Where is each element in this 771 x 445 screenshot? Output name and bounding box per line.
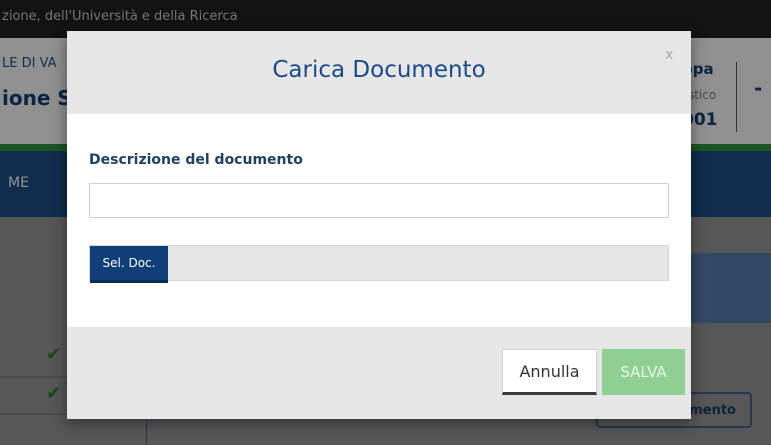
save-button[interactable]: SALVA — [602, 349, 685, 395]
modal-footer: Annulla SALVA — [67, 327, 691, 419]
modal-title: Carica Documento — [272, 57, 486, 83]
description-input[interactable] — [89, 183, 669, 218]
close-icon[interactable]: x — [665, 47, 673, 63]
cancel-button[interactable]: Annulla — [502, 349, 597, 395]
select-document-button[interactable]: Sel. Doc. — [90, 246, 168, 283]
upload-document-modal: Carica Documento x Descrizione del docum… — [67, 31, 691, 419]
modal-header: Carica Documento x — [67, 31, 691, 114]
file-selector[interactable]: Sel. Doc. — [89, 245, 669, 283]
description-label: Descrizione del documento — [89, 152, 303, 168]
